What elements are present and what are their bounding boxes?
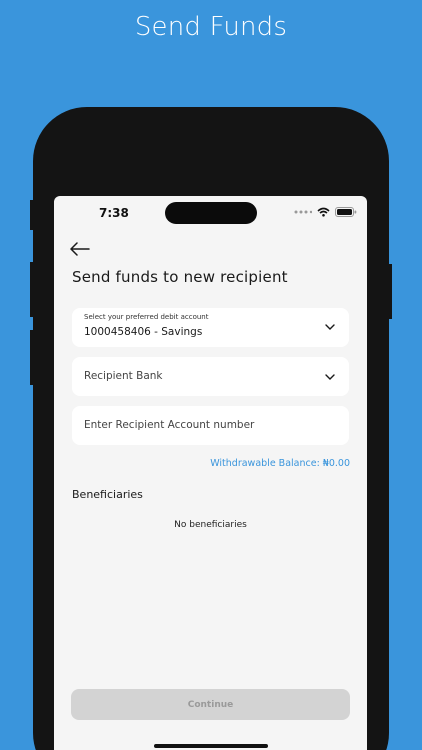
arrow-left-icon[interactable] xyxy=(68,241,90,257)
debit-account-value: 1000458406 - Savings xyxy=(84,326,203,338)
phone-side-button xyxy=(30,200,35,230)
chevron-down-icon xyxy=(325,374,335,380)
page-title: Send funds to new recipient xyxy=(72,268,288,286)
account-number-placeholder: Enter Recipient Account number xyxy=(84,419,255,431)
status-time: 7:38 xyxy=(99,206,129,220)
phone-side-button xyxy=(30,262,35,317)
battery-icon xyxy=(335,207,357,217)
home-indicator xyxy=(154,744,268,748)
withdrawable-balance: Withdrawable Balance: ₦0.00 xyxy=(210,458,350,469)
account-number-input[interactable]: Enter Recipient Account number xyxy=(72,406,349,445)
dynamic-island xyxy=(165,202,257,224)
debit-account-select[interactable]: Select your preferred debit account 1000… xyxy=(72,308,349,347)
continue-button[interactable]: Continue xyxy=(71,689,350,720)
status-icons xyxy=(294,207,357,217)
phone-side-button xyxy=(30,330,35,385)
app-screen: 7:38 Send funds to new recipient Select … xyxy=(54,196,367,750)
promo-title: Send Funds xyxy=(134,12,288,42)
chevron-down-icon xyxy=(325,324,335,330)
wifi-icon xyxy=(317,207,330,217)
recipient-bank-select[interactable]: Recipient Bank xyxy=(72,357,349,396)
beneficiaries-heading: Beneficiaries xyxy=(72,488,143,501)
recipient-bank-placeholder: Recipient Bank xyxy=(84,370,163,382)
phone-side-button xyxy=(387,264,392,319)
debit-account-caption: Select your preferred debit account xyxy=(84,313,209,321)
signal-dots-icon xyxy=(294,210,312,214)
beneficiaries-empty-text: No beneficiaries xyxy=(174,520,247,530)
